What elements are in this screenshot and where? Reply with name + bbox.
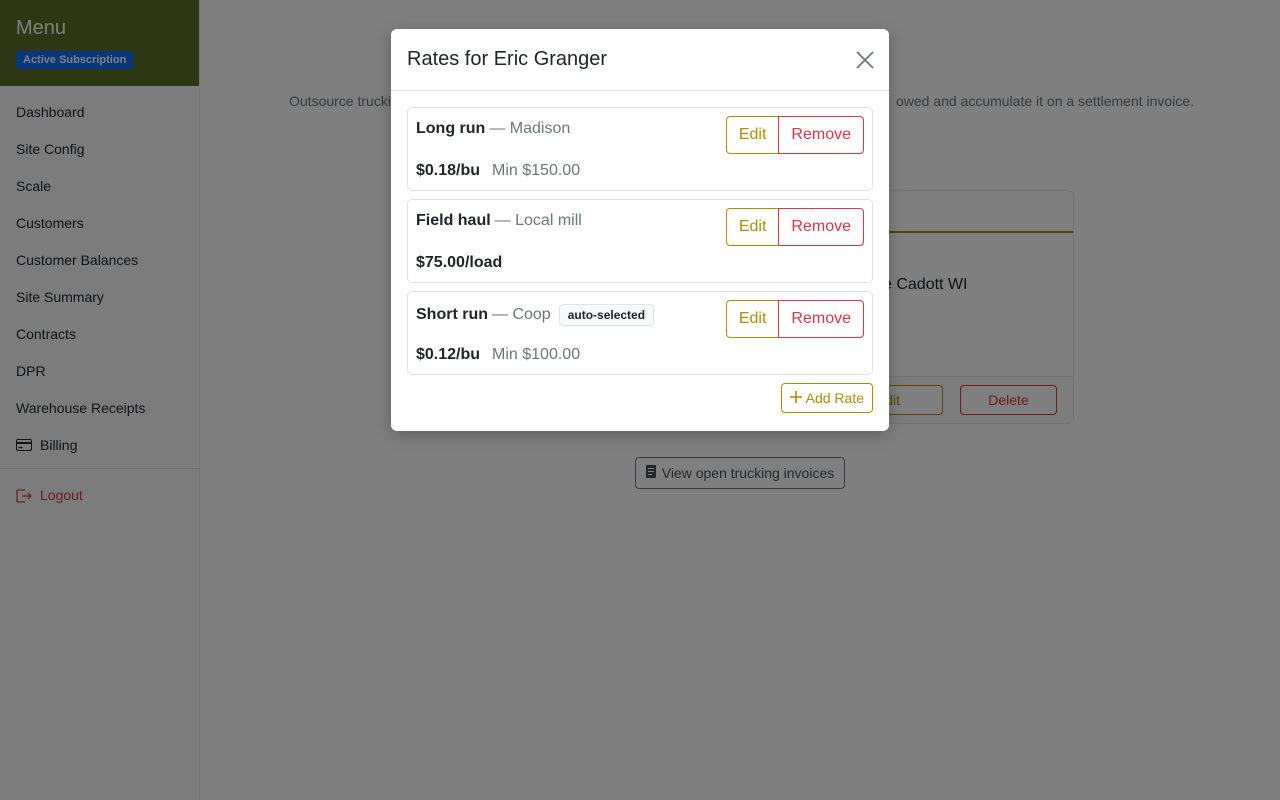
rate-destination: — Local mill (494, 212, 582, 229)
add-rate-label: Add Rate (805, 390, 864, 406)
remove-rate-button[interactable]: Remove (778, 300, 864, 338)
rate-minimum: Min $150.00 (492, 162, 581, 179)
rate-pricing: $0.12/bu Min $100.00 (416, 346, 580, 364)
rate-header: Short run — Coop auto-selected (416, 304, 655, 326)
close-icon[interactable] (855, 50, 875, 70)
rate-amount: $0.18/bu (416, 162, 481, 179)
rate-header: Field haul — Local mill (416, 212, 582, 230)
modal-title: Rates for Eric Granger (407, 48, 608, 70)
rate-destination: — Madison (489, 120, 571, 137)
rate-amount: $75.00/load (416, 254, 503, 271)
auto-selected-badge: auto-selected (558, 304, 655, 326)
edit-rate-button[interactable]: Edit (725, 116, 780, 154)
edit-rate-button[interactable]: Edit (725, 208, 780, 246)
rate-actions: Edit Remove (725, 116, 864, 154)
rate-actions: Edit Remove (725, 208, 864, 246)
edit-rate-button[interactable]: Edit (725, 300, 780, 338)
rates-modal: Rates for Eric Granger Long run — Madiso… (391, 29, 889, 431)
rate-name: Field haul (416, 212, 491, 229)
remove-rate-button[interactable]: Remove (778, 116, 864, 154)
plus-icon (789, 390, 802, 406)
rate-pricing: $0.18/bu Min $150.00 (416, 162, 580, 180)
add-rate-button[interactable]: Add Rate (780, 383, 873, 413)
rate-pricing: $75.00/load (416, 254, 502, 272)
modal-header: Rates for Eric Granger (391, 29, 889, 91)
rate-row: Short run — Coop auto-selected $0.12/bu … (407, 291, 873, 375)
rate-header: Long run — Madison (416, 120, 570, 138)
rate-amount: $0.12/bu (416, 346, 481, 363)
rate-destination: — Coop (492, 306, 551, 323)
rate-name: Short run (416, 306, 488, 323)
add-rate-container: Add Rate (407, 383, 873, 413)
rate-minimum: Min $100.00 (492, 346, 581, 363)
remove-rate-button[interactable]: Remove (778, 208, 864, 246)
rate-actions: Edit Remove (725, 300, 864, 338)
rate-row: Long run — Madison $0.18/bu Min $150.00 … (407, 107, 873, 191)
modal-body: Long run — Madison $0.18/bu Min $150.00 … (391, 91, 889, 429)
rate-name: Long run (416, 120, 486, 137)
rate-row: Field haul — Local mill $75.00/load Edit… (407, 199, 873, 283)
